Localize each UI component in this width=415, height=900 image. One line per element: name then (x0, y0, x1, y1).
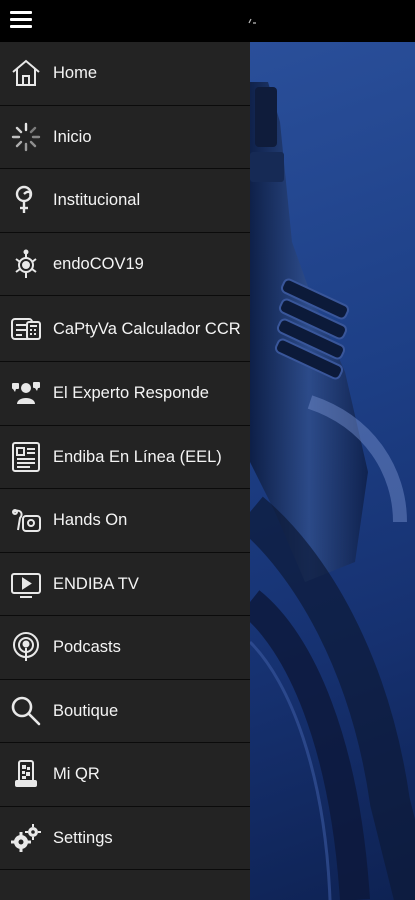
menu-item-label: Endiba En Línea (EEL) (53, 447, 222, 466)
menu-item-home[interactable]: Home (0, 42, 250, 106)
expert-icon (10, 377, 42, 409)
menu-item-label: Institucional (53, 191, 141, 210)
menu-item-settings[interactable]: Settings (0, 807, 250, 870)
menu-item-label: El Experto Responde (53, 384, 209, 403)
menu-item-label: Mi QR (53, 765, 100, 784)
menu-item-inicio[interactable]: Inicio (0, 106, 250, 169)
menu-item-endocov19[interactable]: endoCOV19 (0, 233, 250, 296)
institutional-icon (10, 184, 42, 216)
background-endoscope-image (250, 42, 415, 900)
endoscope-icon (10, 504, 42, 536)
menu-item-label: Podcasts (53, 638, 121, 657)
calculator-icon (10, 313, 42, 345)
search-icon (10, 695, 42, 727)
menu-item-endiba-en-linea[interactable]: Endiba En Línea (EEL) (0, 426, 250, 489)
menu-item-podcasts[interactable]: Podcasts (0, 616, 250, 680)
menu-item-institucional[interactable]: Institucional (0, 169, 250, 233)
status-mark-icon (248, 18, 256, 24)
document-icon (10, 441, 42, 473)
top-bar (0, 0, 415, 42)
loading-icon (10, 121, 42, 153)
virus-icon (10, 248, 42, 280)
menu-item-label: Settings (53, 828, 113, 847)
menu-item-el-experto-responde[interactable]: El Experto Responde (0, 362, 250, 426)
navigation-drawer: Home Inicio Institucional endoCOV19 CaPt… (0, 42, 250, 900)
menu-item-captyva-calculador[interactable]: CaPtyVa Calculador CCR (0, 296, 250, 362)
tv-icon (10, 568, 42, 600)
menu-item-mi-qr[interactable]: Mi QR (0, 743, 250, 807)
menu-item-label: CaPtyVa Calculador CCR (53, 319, 241, 338)
menu-item-endiba-tv[interactable]: ENDIBA TV (0, 553, 250, 616)
menu-item-label: Boutique (53, 701, 119, 720)
home-icon (10, 57, 42, 89)
qr-icon (10, 758, 42, 790)
menu-item-label: Home (53, 64, 98, 83)
menu-item-label: Hands On (53, 511, 128, 530)
menu-item-label: Inicio (53, 127, 92, 146)
menu-item-hands-on[interactable]: Hands On (0, 489, 250, 553)
menu-hamburger-icon[interactable] (10, 11, 32, 29)
podcast-icon (10, 631, 42, 663)
menu-item-label: ENDIBA TV (53, 574, 139, 593)
gears-icon (10, 822, 42, 854)
menu-item-label: endoCOV19 (53, 254, 144, 273)
menu-item-boutique[interactable]: Boutique (0, 680, 250, 743)
